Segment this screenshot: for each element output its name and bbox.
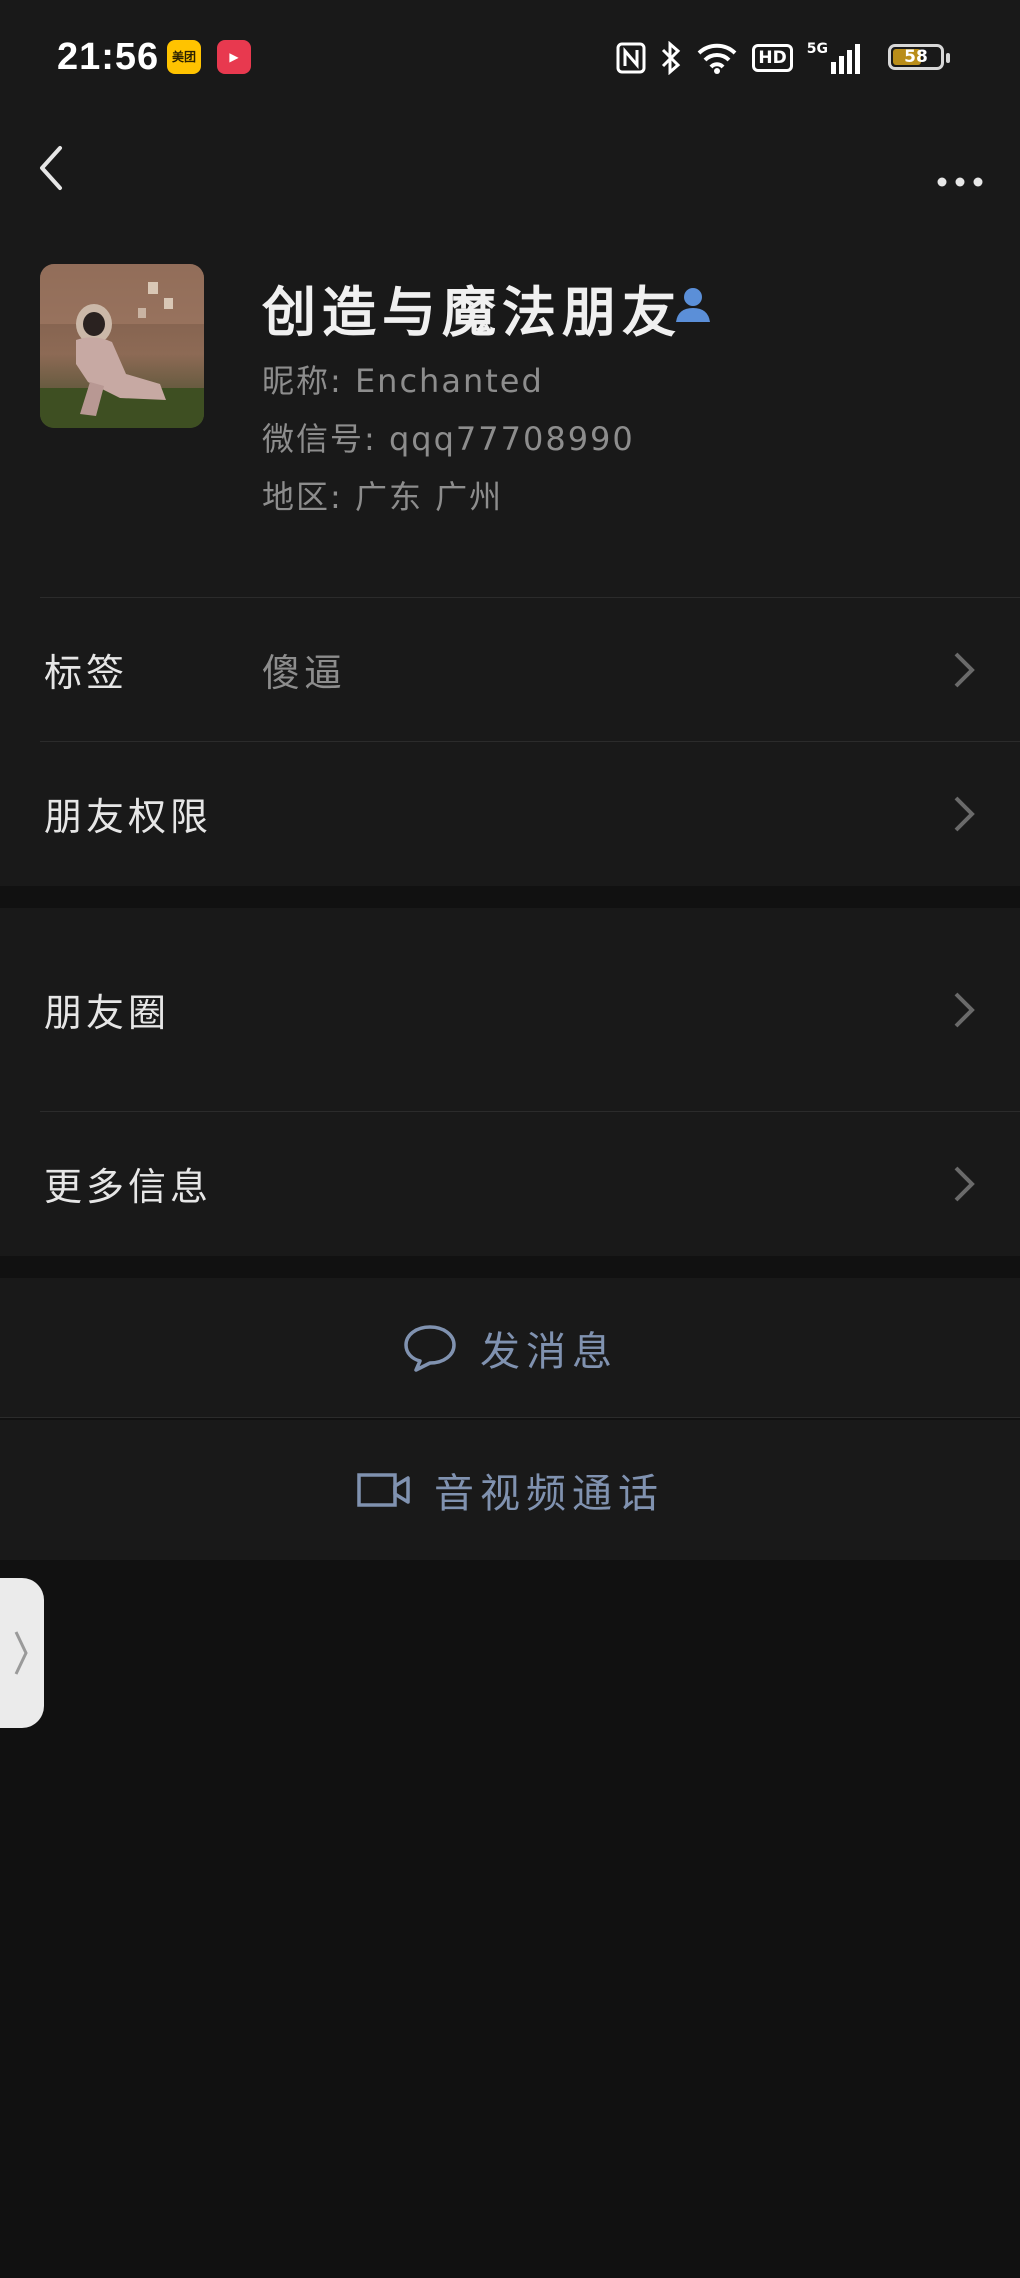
- friend-permissions-label: 朋友权限: [44, 795, 213, 839]
- tags-row[interactable]: 标签 傻逼: [0, 598, 1020, 742]
- battery-icon: 58: [888, 44, 950, 70]
- moments-label: 朋友圈: [44, 991, 171, 1035]
- more-dots-icon: [937, 177, 983, 187]
- profile-name: 创造与魔法朋友: [262, 280, 682, 344]
- nickname-text: 昵称: Enchanted: [262, 362, 544, 400]
- region-text: 地区: 广东 广州: [262, 478, 504, 516]
- side-drawer-handle[interactable]: [0, 1578, 44, 1728]
- contact-person-icon: [676, 288, 710, 322]
- tags-value: 傻逼: [262, 651, 347, 695]
- bluetooth-icon: [662, 41, 681, 75]
- video-call-label: 音视频通话: [434, 1471, 664, 1517]
- chevron-left-icon: [40, 146, 62, 190]
- more-info-label: 更多信息: [44, 1165, 213, 1209]
- more-button[interactable]: [930, 138, 990, 198]
- chevron-right-icon: [954, 796, 975, 832]
- wifi-icon: [698, 43, 737, 74]
- back-button[interactable]: [30, 138, 90, 198]
- hd-icon: HD: [752, 44, 793, 72]
- chevron-right-icon: [954, 652, 975, 688]
- video-call-button[interactable]: 音视频通话: [0, 1420, 1020, 1560]
- avatar[interactable]: [40, 264, 204, 428]
- status-bar: 21:56 美团 ▶ HD 5G 58: [0, 0, 1020, 118]
- tags-label: 标签: [44, 651, 129, 695]
- send-message-button[interactable]: 发消息: [0, 1278, 1020, 1418]
- status-time: 21:56: [57, 36, 160, 78]
- nfc-icon: [616, 42, 646, 74]
- top-nav: [0, 118, 1020, 218]
- 5g-signal-icon: 5G: [807, 42, 860, 74]
- video-camera-icon: [357, 1473, 410, 1507]
- chevron-right-icon: [954, 992, 975, 1028]
- friend-permissions-row[interactable]: 朋友权限: [0, 742, 1020, 886]
- wechat-id-text: 微信号: qqq77708990: [262, 420, 635, 458]
- moments-row[interactable]: 朋友圈: [0, 908, 1020, 1112]
- profile-header: 创造与魔法朋友 昵称: Enchanted 微信号: qqq77708990 地…: [0, 218, 1020, 598]
- chat-bubble-icon: [404, 1325, 456, 1372]
- meituan-app-icon: 美团: [167, 40, 201, 74]
- send-message-label: 发消息: [480, 1329, 618, 1375]
- chevron-right-icon: [14, 1631, 28, 1675]
- video-app-icon: ▶: [217, 40, 251, 74]
- more-info-row[interactable]: 更多信息: [0, 1112, 1020, 1256]
- chevron-right-icon: [954, 1166, 975, 1202]
